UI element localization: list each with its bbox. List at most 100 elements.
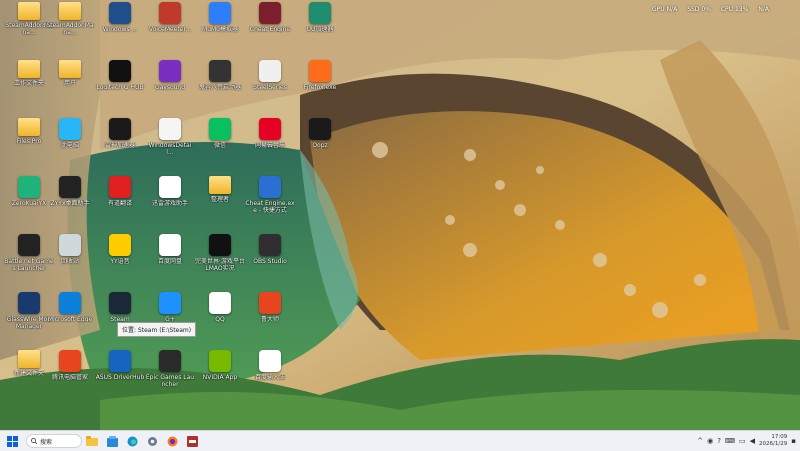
- desktop-icon[interactable]: 此电脑: [47, 118, 93, 149]
- desktop-icon[interactable]: GlassWire Mod Manager: [6, 292, 52, 330]
- keyboard-icon[interactable]: ⌨: [725, 437, 735, 445]
- mic-icon[interactable]: ◉: [707, 437, 713, 445]
- desktop-icon-label: VoiceMeeter...: [148, 26, 192, 33]
- desktop-icon[interactable]: 腾讯电脑管家: [47, 350, 93, 381]
- network-icon[interactable]: ▭: [739, 437, 746, 445]
- clock[interactable]: 17:09 2026/1/29: [759, 434, 787, 448]
- desktop-icon-label: SteamAddonMana...: [46, 22, 94, 36]
- desktop-icon[interactable]: Steam: [97, 292, 143, 323]
- desktop-icon[interactable]: NVIDIA App: [197, 350, 243, 381]
- desktop-icon[interactable]: G+: [147, 292, 193, 323]
- shield-icon: [259, 176, 281, 198]
- uu-icon: [309, 2, 331, 24]
- battlenet-icon: [18, 234, 40, 256]
- gplus-icon: [159, 292, 181, 314]
- game-icon: [209, 60, 231, 82]
- desktop-icon[interactable]: MuMu模拟器: [197, 2, 243, 33]
- desktop-icon[interactable]: Windows ...: [97, 2, 143, 33]
- net-readout: N/A: [758, 6, 769, 13]
- desktop-icon[interactable]: Microsoft Edge: [47, 292, 93, 323]
- desktop-icon[interactable]: Oopz: [297, 118, 343, 149]
- epic-icon: [159, 350, 181, 372]
- desktop-icon[interactable]: 百度输入法: [247, 350, 293, 381]
- desktop-icon[interactable]: OBS Studio: [247, 234, 293, 265]
- desktop-icon[interactable]: 百度网盘: [147, 234, 193, 265]
- desktop-icon-label: 迅雷游戏助手: [151, 200, 188, 207]
- search-placeholder: 搜索: [40, 438, 53, 446]
- desktop-icon-label: ASUS DriverHub: [95, 374, 145, 381]
- firefox-taskbar-button[interactable]: [164, 433, 180, 449]
- chevron-up-icon[interactable]: ^: [697, 437, 703, 445]
- clock-date: 2026/1/29: [759, 441, 788, 447]
- desktop-icon[interactable]: 新建文件夹: [6, 350, 52, 377]
- g-icon: [18, 292, 40, 314]
- desktop-icon[interactable]: QQ: [197, 292, 243, 323]
- desktop-icon[interactable]: Files Pro: [6, 118, 52, 145]
- desktop-icon[interactable]: 整理者: [197, 176, 243, 203]
- desktop-icon[interactable]: Battle.net Games Launcher: [4, 234, 54, 272]
- desktop-icon[interactable]: 回收站: [47, 234, 93, 265]
- desktop-icon[interactable]: Cheat Engine.exe - 快捷方式: [245, 176, 295, 214]
- lightning-icon: [18, 176, 40, 198]
- wechat-icon: [209, 118, 231, 140]
- desktop-icon[interactable]: 微信: [197, 118, 243, 149]
- desktop-icon-label: 完美世界·游戏平台 LMAO实况: [195, 258, 245, 272]
- desktop-icon[interactable]: Gaysound: [147, 60, 193, 91]
- youdao-icon: [109, 176, 131, 198]
- desktop-icon[interactable]: 用户: [47, 60, 93, 87]
- desktop-icon[interactable]: 完美世界·游戏平台 LMAO实况: [195, 234, 245, 272]
- voicemeeter-taskbar-button[interactable]: [184, 433, 200, 449]
- desktop-icon[interactable]: SteamAddonMana...: [46, 2, 94, 36]
- taskbar-search-box[interactable]: 搜索: [26, 434, 82, 448]
- folder-icon: [18, 350, 40, 368]
- desktop-icon[interactable]: ASUS DriverHub: [95, 350, 145, 381]
- taskbar-app-button[interactable]: [104, 433, 120, 449]
- desktop-icon[interactable]: Firefox.exe: [297, 60, 343, 91]
- desktop-icon[interactable]: 迅雷游戏助手: [147, 176, 193, 207]
- volume-icon[interactable]: ◀: [750, 437, 755, 445]
- desktop-icon-label: Epic Games Launcher: [145, 374, 195, 388]
- help-icon[interactable]: ?: [717, 437, 721, 445]
- desktop-icon-label: 腾讯电脑管家: [51, 374, 88, 381]
- desktop-icon-label: 此电脑: [60, 142, 79, 149]
- obs-icon: [259, 234, 281, 256]
- desktop-icon[interactable]: WindowsDetail...: [147, 118, 193, 156]
- gpu-readout: GPU N/A: [652, 6, 678, 13]
- voicemeeter-icon: [159, 2, 181, 24]
- desktop-icon-label: Windows ...: [102, 26, 138, 33]
- desktop-icon[interactable]: 鲁大师: [247, 292, 293, 323]
- voicemeeter-icon: [186, 435, 198, 447]
- desktop-icon-label: YY语音: [110, 258, 130, 265]
- file-explorer-taskbar-button[interactable]: [84, 433, 100, 449]
- circle-icon: [59, 176, 81, 198]
- desktop-icon[interactable]: 网易云音乐: [247, 118, 293, 149]
- desktop-icon-label: OBS Studio: [253, 258, 287, 265]
- desktop-icon-label: ZYYx桌面助手: [50, 200, 90, 207]
- desktop-icon-label: Microsoft Edge: [47, 316, 93, 323]
- settings-taskbar-button[interactable]: [144, 433, 160, 449]
- desktop-icon[interactable]: YY语音: [97, 234, 143, 265]
- desktop-icon[interactable]: 雷神加速器: [97, 118, 143, 149]
- start-button[interactable]: [4, 433, 20, 449]
- desktop-icon-label: NVIDIA App: [202, 374, 238, 381]
- desktop-icon-label: UU加速器: [306, 26, 334, 33]
- desktop-icon[interactable]: 鬼谷八荒启动器: [197, 60, 243, 91]
- desktop-icon[interactable]: VoiceMeeter...: [147, 2, 193, 33]
- notification-icon[interactable]: ▪: [791, 437, 796, 445]
- purple-icon: [159, 60, 181, 82]
- desktop-icon[interactable]: Epic Games Launcher: [145, 350, 195, 388]
- desktop-icon[interactable]: SteelSeries: [247, 60, 293, 91]
- edge-taskbar-button[interactable]: [124, 433, 140, 449]
- desktop-icon[interactable]: Cheat Engine: [247, 2, 293, 33]
- desktop-icon-label: Logitech G HUB: [96, 84, 144, 91]
- desktop-icon-label: 鲁大师: [260, 316, 279, 323]
- desktop-icon[interactable]: ZYYx桌面助手: [47, 176, 93, 207]
- asus-icon: [109, 350, 131, 372]
- desktop-icon[interactable]: Logitech G HUB: [96, 60, 144, 91]
- desktop-icon[interactable]: UU加速器: [297, 2, 343, 33]
- desktop-icon-label: QQ: [215, 316, 225, 323]
- cat-icon: [109, 2, 131, 24]
- desktop-icon[interactable]: 有道翻译: [97, 176, 143, 207]
- steelseries-icon: [259, 60, 281, 82]
- desktop-icon-label: 整理者: [210, 196, 229, 203]
